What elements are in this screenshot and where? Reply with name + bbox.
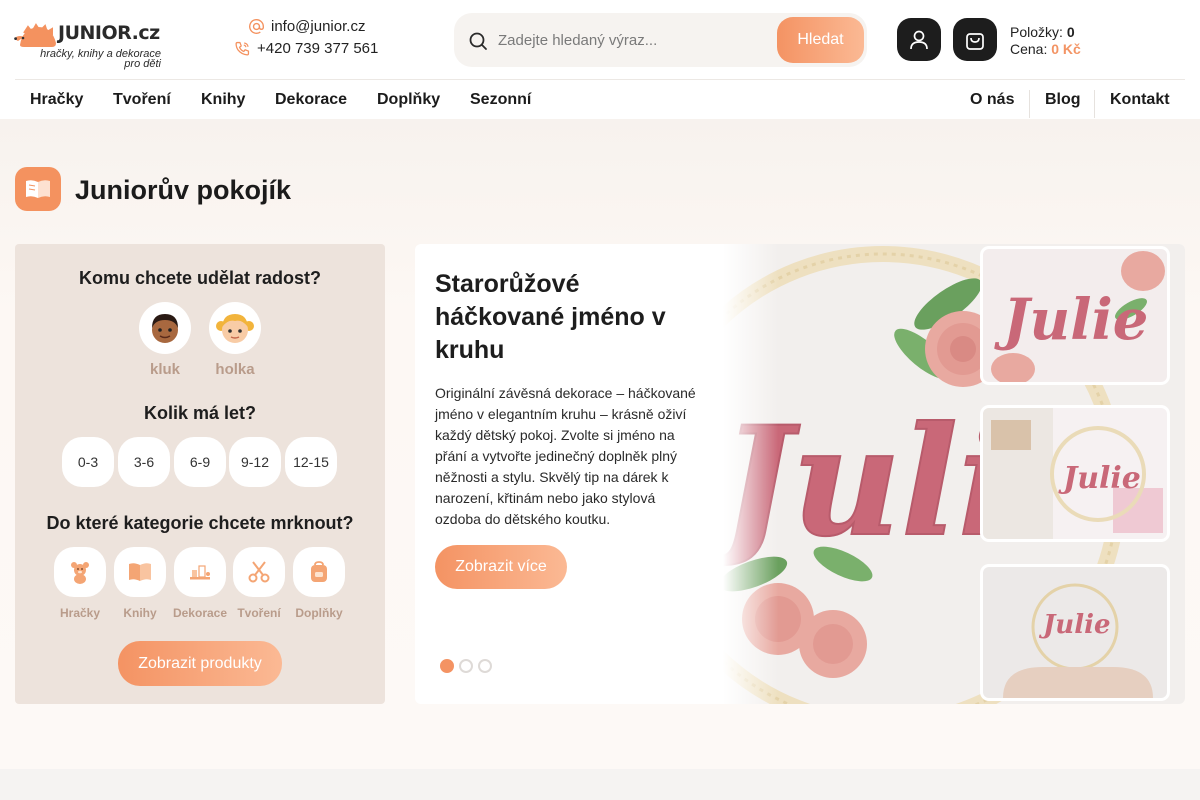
age-option[interactable]: 12-15 [285, 437, 337, 487]
contact-phone-text: +420 739 377 561 [257, 40, 379, 57]
user-icon [910, 30, 928, 49]
contact-phone[interactable]: +420 739 377 561 [234, 40, 378, 57]
contact-email[interactable]: info@junior.cz [248, 18, 365, 35]
at-icon [249, 19, 264, 34]
book-icon [114, 547, 166, 597]
thumbnail-image-2[interactable]: Julie [983, 408, 1167, 539]
account-button[interactable] [897, 18, 941, 61]
nav-divider [1029, 90, 1030, 118]
nav-item-kontakt[interactable]: Kontakt [1110, 91, 1170, 109]
scissors-icon [233, 547, 285, 597]
age-heading: Kolik má let? [143, 403, 257, 423]
age-option[interactable]: 3-6 [118, 437, 170, 487]
teddy-bear-icon [54, 547, 106, 597]
nav-divider [1094, 90, 1095, 118]
thumbnail-image-3[interactable]: Julie [983, 567, 1167, 698]
search-icon [469, 32, 487, 50]
slider-dot-2[interactable] [459, 659, 473, 673]
nav-item-o-nas[interactable]: O nás [970, 91, 1014, 109]
age-option[interactable]: 9-12 [229, 437, 281, 487]
slide-text: Starorůžové háčkované jméno v kruhu Orig… [435, 268, 705, 530]
slide-title: Starorůžové háčkované jméno v kruhu [435, 270, 666, 364]
gender-option-boy[interactable]: kluk [135, 302, 195, 378]
boy-face-icon [139, 302, 191, 354]
footer-strip [0, 769, 1200, 800]
category-label: Doplňky [295, 606, 343, 620]
slider-dot-1[interactable] [440, 659, 454, 673]
nav-item-blog[interactable]: Blog [1045, 91, 1081, 109]
hedgehog-logo-icon [14, 23, 56, 47]
cart-items-row: Položky: 0 [1010, 24, 1081, 41]
site-header: JUNIOR.cz hračky, knihy a dekorace pro d… [0, 0, 1200, 80]
phone-icon [235, 41, 250, 56]
cart-items-count: 0 [1066, 24, 1075, 40]
gender-heading: Komu chcete udělat radost? [78, 268, 322, 288]
cart-price-value: 0 Kč [1051, 41, 1081, 57]
slider-dots [440, 659, 492, 673]
slider-dot-3[interactable] [478, 659, 492, 673]
category-option-tvoreni[interactable]: Tvoření [229, 547, 289, 620]
nav-item-hracky[interactable]: Hračky [30, 91, 83, 109]
nav-item-sezonni[interactable]: Sezonní [470, 91, 531, 109]
thumb-script-text: Julie [994, 287, 1148, 353]
contact-email-text: info@junior.cz [271, 18, 366, 35]
nav-item-tvoreni[interactable]: Tvoření [113, 91, 171, 109]
gender-label-boy: kluk [149, 361, 180, 378]
age-option[interactable]: 0-3 [62, 437, 114, 487]
logo-tagline-2: pro děti [124, 58, 161, 70]
shopping-bag-icon [966, 32, 984, 50]
category-label: Tvoření [237, 606, 281, 620]
show-more-button[interactable]: Zobrazit více [435, 545, 567, 589]
search-button[interactable]: Hledat [777, 17, 864, 63]
open-book-icon [15, 167, 61, 211]
nav-item-dekorace[interactable]: Dekorace [275, 91, 347, 109]
slide-description: Originální závěsná dekorace – háčkované … [435, 385, 696, 527]
category-option-knihy[interactable]: Knihy [110, 547, 170, 620]
gender-option-girl[interactable]: holka [205, 302, 265, 378]
category-heading: Do které kategorie chcete mrknout? [46, 513, 354, 533]
promo-slider: Starorůžové háčkované jméno v kruhu Orig… [415, 244, 1185, 704]
cart-summary[interactable]: Položky: 0 Cena: 0 Kč [1010, 24, 1081, 58]
page-title: Juniorův pokojík [75, 175, 292, 205]
gift-finder-panel: Komu chcete udělat radost? kluk holka Ko… [15, 244, 385, 704]
girl-face-icon [209, 302, 261, 354]
category-option-doplnky[interactable]: Doplňky [289, 547, 349, 620]
main-content: Juniorův pokojík Komu chcete udělat rado… [0, 119, 1200, 769]
category-option-hracky[interactable]: Hračky [50, 547, 110, 620]
cart-items-label: Položky: [1010, 24, 1063, 40]
cart-price-label: Cena: [1010, 41, 1048, 57]
backpack-icon [293, 547, 345, 597]
site-logo[interactable]: JUNIOR.cz hračky, knihy a dekorace pro d… [14, 20, 164, 72]
nav-item-doplnky[interactable]: Doplňky [377, 91, 440, 109]
main-navigation: Hračky Tvoření Knihy Dekorace Doplňky Se… [0, 80, 1200, 119]
age-option[interactable]: 6-9 [174, 437, 226, 487]
thumb-script-text: Julie [1058, 461, 1141, 496]
thumb-script-text: Julie [1038, 610, 1111, 640]
category-option-dekorace[interactable]: Dekorace [170, 547, 230, 620]
thumbnail-image-1[interactable]: Julie [983, 249, 1167, 382]
search-bar: Hledat [454, 13, 867, 67]
cart-button[interactable] [953, 18, 997, 61]
category-label: Dekorace [172, 606, 228, 620]
gender-label-girl: holka [215, 361, 255, 378]
category-label: Hračky [59, 606, 101, 620]
category-label: Knihy [123, 606, 157, 620]
nav-item-knihy[interactable]: Knihy [201, 91, 245, 109]
decor-shelf-icon [174, 547, 226, 597]
show-products-button[interactable]: Zobrazit produkty [118, 641, 282, 686]
cart-price-row: Cena: 0 Kč [1010, 41, 1081, 58]
search-input[interactable] [498, 23, 778, 57]
logo-wordmark: JUNIOR.cz [58, 22, 160, 44]
